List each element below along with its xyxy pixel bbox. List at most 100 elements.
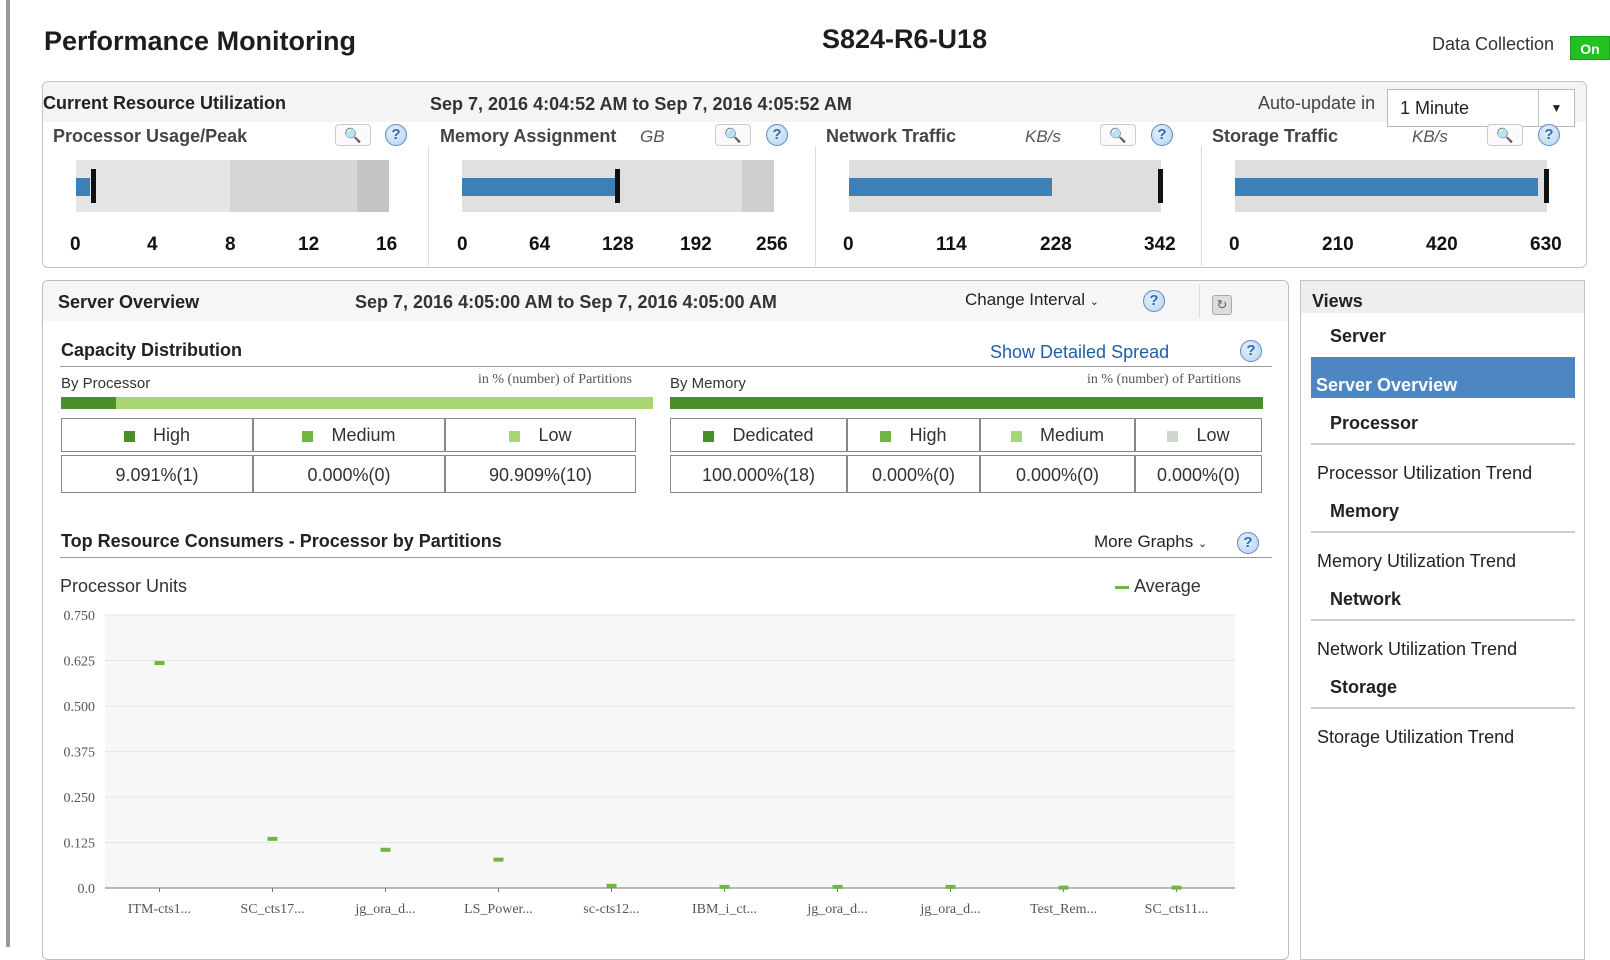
system-name: S824-R6-U18	[822, 24, 988, 54]
y-tick-label: 0.625	[64, 655, 96, 670]
views-item-network-trend[interactable]: Network Utilization Trend	[1317, 639, 1517, 660]
processor-low-segment	[116, 397, 653, 409]
gauge-divider	[1201, 146, 1202, 266]
gauge-network-value-bar	[849, 178, 1052, 196]
chevron-down-icon: ⌄	[1089, 296, 1099, 308]
gauge-tick: 0	[457, 234, 468, 255]
views-divider	[1311, 531, 1575, 533]
chart-legend: Average	[1115, 576, 1201, 597]
views-divider	[1311, 619, 1575, 621]
zoom-icon[interactable]: 🔍	[715, 124, 751, 146]
x-tick-label: Test_Rem...	[1030, 902, 1097, 917]
views-item-processor-trend[interactable]: Processor Utilization Trend	[1317, 463, 1532, 484]
legend-square	[123, 430, 135, 442]
gauge-processor-peak-marker	[91, 169, 96, 203]
gauge-unit-storage: KB/s	[1412, 127, 1448, 146]
views-item-server-overview[interactable]: Server Overview	[1311, 357, 1575, 398]
by-processor-label: By Processor	[61, 375, 151, 392]
gauge-range-high	[742, 160, 774, 212]
data-point-average	[719, 884, 730, 889]
more-graphs-button[interactable]: More Graphs ⌄	[1094, 532, 1207, 552]
gauge-tick: 64	[529, 234, 551, 255]
legend-swatch	[1115, 585, 1129, 589]
gauge-title-memory: Memory Assignment	[440, 126, 617, 146]
x-tick-label: ITM-cts1...	[128, 902, 191, 917]
chevron-down-icon: ⌄	[1197, 538, 1208, 550]
gauge-divider	[815, 146, 816, 266]
help-icon[interactable]: ?	[1237, 532, 1259, 554]
views-divider	[1311, 443, 1575, 445]
processor-high-segment	[61, 397, 116, 409]
data-point-average	[267, 836, 278, 841]
section-rule	[60, 557, 1272, 558]
x-tick-label: IBM_i_ct...	[692, 902, 757, 917]
data-point-average	[380, 847, 391, 852]
gauge-range-high	[357, 160, 389, 212]
gauge-storage-value-bar	[1235, 178, 1538, 196]
gauge-title-processor: Processor Usage/Peak	[53, 126, 248, 146]
legend-square	[302, 430, 314, 442]
help-icon[interactable]: ?	[1151, 124, 1173, 146]
gauge-memory-peak-marker	[615, 169, 620, 203]
refresh-icon[interactable]: ↻	[1212, 295, 1232, 315]
gauge-title-storage: Storage Traffic	[1212, 126, 1339, 146]
gauge-divider	[428, 146, 429, 266]
processor-header-low: Low	[445, 418, 636, 452]
gauge-tick: 210	[1322, 234, 1354, 255]
x-tick-label: jg_ora_d...	[919, 902, 980, 917]
gauge-tick: 128	[602, 234, 634, 255]
zoom-icon[interactable]: 🔍	[1100, 124, 1136, 146]
views-item-storage-trend[interactable]: Storage Utilization Trend	[1317, 727, 1514, 748]
change-interval-button[interactable]: Change Interval ⌄	[965, 290, 1099, 310]
gauge-unit-memory: GB	[640, 127, 665, 146]
section-rule	[60, 366, 1272, 367]
page-title: Performance Monitoring	[44, 26, 357, 56]
zoom-icon[interactable]: 🔍	[335, 124, 371, 146]
help-icon[interactable]: ?	[1538, 124, 1560, 146]
memory-header-high: High	[847, 418, 980, 452]
views-item-memory-trend[interactable]: Memory Utilization Trend	[1317, 551, 1516, 572]
data-point-average	[945, 884, 956, 889]
help-icon[interactable]: ?	[766, 124, 788, 146]
memory-header-medium: Medium	[980, 418, 1135, 452]
gauge-unit-network: KB/s	[1025, 127, 1061, 146]
processor-header-high: High	[61, 418, 253, 452]
y-tick-label: 0.125	[64, 837, 96, 852]
auto-update-label: Auto-update in	[1258, 93, 1376, 113]
help-icon[interactable]: ?	[1143, 290, 1165, 312]
gauge-network-peak-marker	[1158, 169, 1163, 203]
views-group-memory: Memory	[1330, 501, 1400, 521]
views-group-network: Network	[1330, 589, 1402, 609]
data-collection-label: Data Collection	[1432, 34, 1555, 54]
views-group-server: Server	[1330, 326, 1387, 346]
x-tick-label: SC_cts17...	[240, 902, 304, 917]
gauge-tick: 630	[1530, 234, 1562, 255]
gauge-memory-value-bar	[462, 178, 616, 196]
by-memory-label: By Memory	[670, 375, 746, 392]
show-detailed-spread-link[interactable]: Show Detailed Spread	[990, 342, 1169, 363]
memory-header-dedicated: Dedicated	[670, 418, 847, 452]
gauge-processor-value-bar	[76, 178, 90, 196]
gauge-tick: 16	[376, 234, 398, 255]
x-tick-label: jg_ora_d...	[806, 902, 867, 917]
gauge-tick: 342	[1144, 234, 1176, 255]
processor-value-high: 9.091%(1)	[61, 455, 253, 493]
help-icon[interactable]: ?	[1240, 340, 1262, 362]
data-collection-toggle[interactable]: On	[1570, 36, 1610, 60]
legend-square	[880, 430, 892, 442]
data-point-average	[832, 884, 843, 889]
x-tick-label: jg_ora_d...	[354, 902, 415, 917]
gauge-storage-peak-marker	[1544, 169, 1549, 203]
more-graphs-label: More Graphs	[1094, 532, 1194, 551]
partition-note: in % (number) of Partitions	[478, 372, 632, 387]
current-utilization-time-range: Sep 7, 2016 4:04:52 AM to Sep 7, 2016 4:…	[430, 94, 852, 114]
processor-value-low: 90.909%(10)	[445, 455, 636, 493]
gauge-tick: 8	[225, 234, 236, 255]
server-overview-title: Server Overview	[58, 292, 200, 312]
chart-y-label: Processor Units	[60, 576, 188, 596]
gauge-tick: 0	[1229, 234, 1240, 255]
help-icon[interactable]: ?	[385, 124, 407, 146]
chevron-down-icon[interactable]: ▼	[1538, 90, 1574, 126]
legend-square	[703, 430, 715, 442]
zoom-icon[interactable]: 🔍	[1487, 124, 1523, 146]
